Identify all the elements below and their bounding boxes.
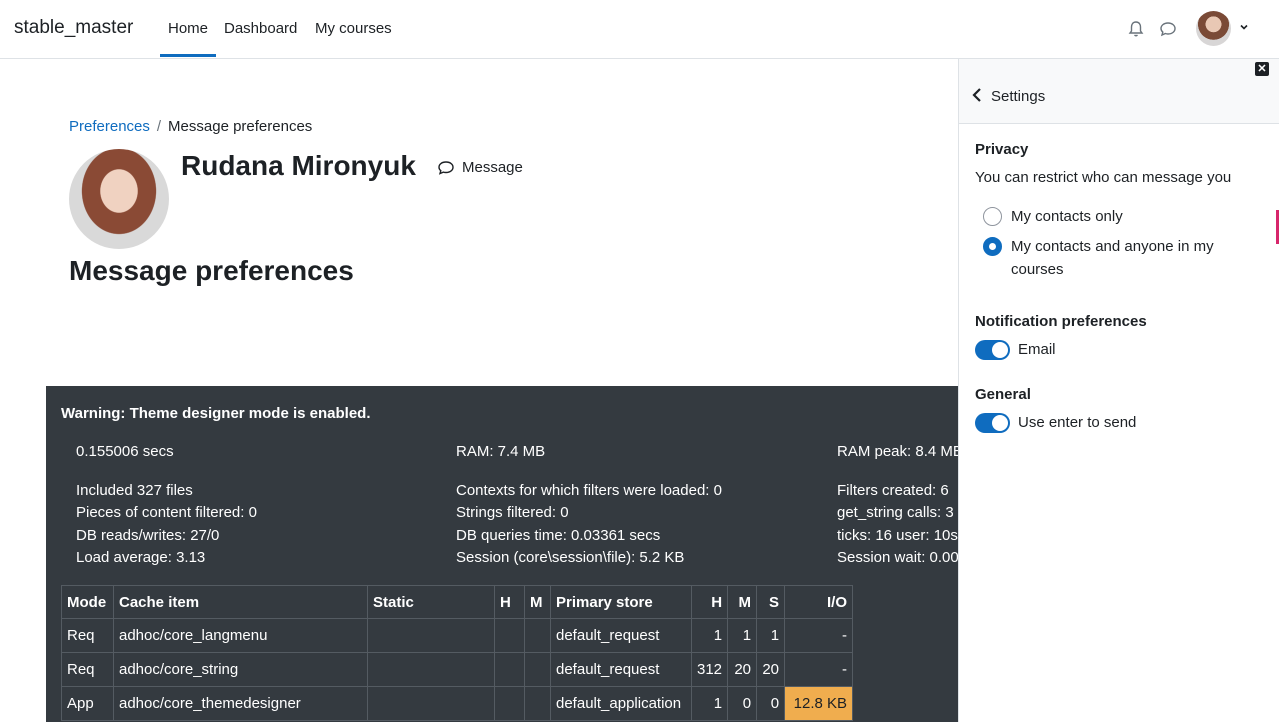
site-brand[interactable]: stable_master — [14, 17, 133, 39]
table-row: Req adhoc/core_string default_request 31… — [61, 652, 854, 687]
performance-footer: Warning: Theme designer mode is enabled.… — [46, 386, 958, 722]
breadcrumb-preferences[interactable]: Preferences — [69, 118, 150, 135]
io-size-highlight: 12.8 KB — [784, 686, 854, 721]
table-cell — [524, 652, 551, 687]
cache-table: Mode Cache item Static H M Primary store… — [61, 585, 854, 721]
perf-stat: Session (core\session\file): 5.2 KB — [456, 549, 685, 566]
perf-stat: DB queries time: 0.03361 secs — [456, 527, 661, 544]
col-header: H — [690, 585, 729, 619]
notification-prefs-heading: Notification preferences — [975, 313, 1147, 330]
col-header: Mode — [61, 585, 114, 619]
table-cell: Req — [61, 652, 114, 687]
chevron-down-icon[interactable] — [1239, 22, 1249, 32]
perf-stat: Filters created: 6 — [837, 482, 949, 499]
message-label: Message — [462, 159, 523, 176]
perf-stat: Contexts for which filters were loaded: … — [456, 482, 722, 499]
drawer-header: ✕ Settings — [959, 59, 1279, 124]
email-toggle[interactable] — [975, 340, 1010, 360]
bell-icon[interactable] — [1127, 20, 1145, 38]
breadcrumb: Preferences / Message preferences — [69, 118, 312, 135]
chat-icon[interactable] — [1159, 20, 1177, 38]
perf-stat: RAM: 7.4 MB — [456, 443, 546, 460]
user-avatar[interactable] — [1196, 11, 1231, 46]
profile-avatar — [69, 149, 169, 249]
table-cell: adhoc/core_string — [113, 652, 368, 687]
col-header: I/O — [784, 585, 854, 619]
col-header: M — [727, 585, 758, 619]
theme-designer-warning: Warning: Theme designer mode is enabled. — [61, 405, 371, 422]
table-cell: 0 — [756, 686, 786, 721]
perf-stat: Pieces of content filtered: 0 — [76, 504, 257, 521]
table-cell: default_request — [550, 652, 692, 687]
table-cell — [367, 652, 495, 687]
radio-contacts-and-courses[interactable] — [983, 237, 1002, 256]
table-cell: default_application — [550, 686, 692, 721]
col-header: Static — [367, 585, 495, 619]
perf-stat: Included 327 files — [76, 482, 193, 499]
general-heading: General — [975, 386, 1031, 403]
table-cell: default_request — [550, 618, 692, 653]
table-cell: - — [784, 652, 854, 687]
radio-label-contacts-and-courses[interactable]: My contacts and anyone in my — [1011, 238, 1214, 255]
table-cell: 312 — [690, 652, 729, 687]
table-row: Req adhoc/core_langmenu default_request … — [61, 618, 854, 653]
table-cell — [367, 686, 495, 721]
table-header-row: Mode Cache item Static H M Primary store… — [61, 585, 854, 619]
page-title: Message preferences — [69, 255, 354, 286]
close-icon[interactable]: ✕ — [1255, 62, 1269, 76]
radio-label-contacts-and-courses-cont[interactable]: courses — [1011, 261, 1064, 278]
perf-stat: get_string calls: 3 — [837, 504, 954, 521]
breadcrumb-current: Message preferences — [168, 118, 313, 135]
enter-to-send-label[interactable]: Use enter to send — [1018, 414, 1136, 431]
nav-home[interactable]: Home — [159, 20, 217, 57]
table-cell: 20 — [727, 652, 758, 687]
perf-stat: ticks: 16 user: 10s — [837, 527, 958, 544]
table-cell — [524, 686, 551, 721]
enter-to-send-toggle[interactable] — [975, 413, 1010, 433]
perf-stat: RAM peak: 8.4 MB — [837, 443, 958, 460]
table-cell: - — [784, 618, 854, 653]
table-cell: 20 — [756, 652, 786, 687]
table-cell: 0 — [727, 686, 758, 721]
breadcrumb-separator: / — [156, 118, 162, 135]
table-cell: adhoc/core_themedesigner — [113, 686, 368, 721]
message-button[interactable]: Message — [437, 159, 523, 176]
perf-stat: Strings filtered: 0 — [456, 504, 569, 521]
table-cell — [494, 652, 525, 687]
table-cell: 1 — [756, 618, 786, 653]
perf-stat: DB reads/writes: 27/0 — [76, 527, 220, 544]
col-header: H — [494, 585, 525, 619]
perf-stat: Load average: 3.13 — [76, 549, 206, 566]
table-cell — [494, 618, 525, 653]
table-cell: App — [61, 686, 114, 721]
table-cell — [524, 618, 551, 653]
nav-dashboard[interactable]: Dashboard — [224, 20, 297, 37]
col-header: Primary store — [550, 585, 692, 619]
table-row: App adhoc/core_themedesigner default_app… — [61, 686, 854, 721]
nav-my-courses[interactable]: My courses — [315, 20, 392, 37]
col-header: M — [524, 585, 551, 619]
email-toggle-label[interactable]: Email — [1018, 341, 1056, 358]
table-cell: 1 — [690, 618, 729, 653]
table-cell: adhoc/core_langmenu — [113, 618, 368, 653]
table-cell: Req — [61, 618, 114, 653]
privacy-heading: Privacy — [975, 141, 1029, 158]
table-cell: 1 — [727, 618, 758, 653]
top-navbar: stable_master Home Dashboard My courses — [0, 0, 1279, 59]
radio-label-contacts-only[interactable]: My contacts only — [1011, 208, 1123, 225]
message-settings-drawer: ✕ Settings Privacy You can restrict who … — [958, 59, 1279, 722]
perf-stat: 0.155006 secs — [76, 443, 174, 460]
table-cell: 1 — [690, 686, 729, 721]
chat-icon — [438, 160, 454, 175]
profile-name: Rudana Mironyuk — [181, 150, 416, 181]
drawer-title: Settings — [991, 88, 1046, 105]
perf-stat: Session wait: 0.00 — [837, 549, 958, 566]
privacy-description: You can restrict who can message you — [975, 169, 1232, 186]
radio-contacts-only[interactable] — [983, 207, 1002, 226]
table-cell — [367, 618, 495, 653]
back-arrow-icon[interactable] — [971, 87, 983, 103]
table-cell — [494, 686, 525, 721]
col-header: S — [756, 585, 786, 619]
col-header: Cache item — [113, 585, 368, 619]
